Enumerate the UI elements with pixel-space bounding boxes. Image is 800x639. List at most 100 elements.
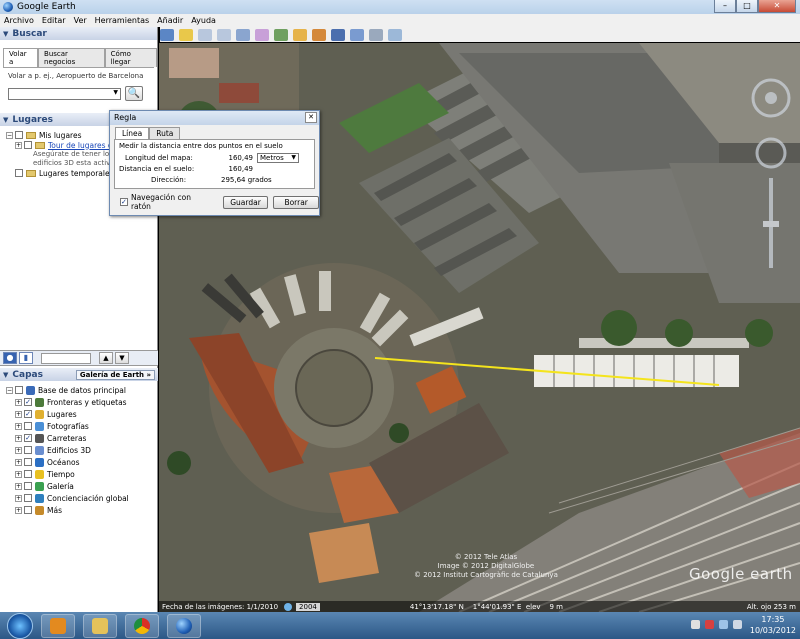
- alert-icon[interactable]: [705, 620, 714, 629]
- search-section-header[interactable]: ▼ Buscar: [0, 27, 157, 40]
- menu-editar[interactable]: Editar: [38, 16, 70, 25]
- start-button[interactable]: [7, 612, 33, 639]
- expand-icon[interactable]: +: [15, 470, 22, 478]
- list-item[interactable]: + Galería: [6, 480, 158, 492]
- checkbox[interactable]: [24, 141, 32, 149]
- taskbar-explorer[interactable]: [83, 613, 117, 638]
- collapse-triangle-icon[interactable]: ▼: [3, 30, 8, 38]
- taskbar-google-earth[interactable]: [167, 613, 201, 638]
- list-item[interactable]: + Fotografías: [6, 420, 158, 432]
- folder-icon: [92, 617, 108, 634]
- placemark-icon[interactable]: [179, 28, 193, 41]
- menu-herramientas[interactable]: Herramientas: [91, 16, 154, 25]
- print-icon[interactable]: [369, 28, 383, 41]
- search-input[interactable]: ▼: [8, 87, 121, 100]
- collapse-triangle-icon[interactable]: ▼: [3, 371, 8, 379]
- list-item[interactable]: + ✓ Lugares: [6, 408, 158, 420]
- imagery-year-badge[interactable]: 2004: [296, 602, 320, 611]
- polygon-icon[interactable]: [198, 28, 212, 41]
- expand-icon[interactable]: +: [15, 141, 22, 149]
- tab-volar-a[interactable]: Volar a: [3, 48, 39, 67]
- list-item[interactable]: − Base de datos principal: [6, 384, 158, 396]
- layer-checkbox[interactable]: [24, 422, 32, 430]
- layer-checkbox[interactable]: ✓: [24, 398, 32, 406]
- historical-imagery-icon[interactable]: [274, 28, 288, 41]
- layer-checkbox[interactable]: ✓: [24, 410, 32, 418]
- tab-ruta[interactable]: Ruta: [149, 127, 181, 139]
- layer-checkbox[interactable]: [24, 494, 32, 502]
- layer-checkbox[interactable]: [24, 470, 32, 478]
- save-button[interactable]: Guardar: [222, 195, 269, 209]
- expand-icon[interactable]: +: [15, 446, 22, 454]
- dropdown-arrow-icon[interactable]: ▼: [291, 154, 296, 162]
- ruler-close-button[interactable]: ✕: [305, 112, 317, 123]
- expand-icon[interactable]: +: [15, 422, 22, 430]
- close-button[interactable]: ✕: [758, 0, 796, 13]
- list-item[interactable]: + Tiempo: [6, 468, 158, 480]
- expand-icon[interactable]: +: [15, 410, 22, 418]
- move-up-icon[interactable]: ▲: [99, 352, 113, 364]
- expand-icon[interactable]: +: [15, 398, 22, 406]
- list-item[interactable]: + ✓ Fronteras y etiquetas: [6, 396, 158, 408]
- search-button[interactable]: 🔍: [125, 86, 143, 101]
- checkbox[interactable]: [15, 131, 23, 139]
- layer-checkbox[interactable]: [24, 458, 32, 466]
- window-controls: – □ ✕: [714, 0, 796, 13]
- sidebar-toggle-icon[interactable]: [160, 28, 174, 41]
- move-down-icon[interactable]: ▼: [115, 352, 129, 364]
- expand-icon[interactable]: −: [6, 386, 13, 394]
- path-icon[interactable]: [217, 28, 231, 41]
- historical-clock-icon[interactable]: [284, 602, 293, 611]
- sunlight-icon[interactable]: [293, 28, 307, 41]
- menu-anadir[interactable]: Añadir: [153, 16, 187, 25]
- minimize-button[interactable]: –: [714, 0, 736, 13]
- email-icon[interactable]: [350, 28, 364, 41]
- tab-linea[interactable]: Línea: [115, 127, 150, 139]
- ruler-icon[interactable]: [331, 28, 345, 41]
- tab-como-llegar[interactable]: Cómo llegar: [104, 48, 157, 67]
- layer-checkbox[interactable]: [15, 386, 23, 394]
- volume-icon[interactable]: [733, 620, 742, 629]
- expand-icon[interactable]: +: [15, 494, 22, 502]
- planets-icon[interactable]: [312, 28, 326, 41]
- view-in-maps-icon[interactable]: [388, 28, 402, 41]
- expand-icon[interactable]: +: [15, 482, 22, 490]
- taskbar-chrome[interactable]: [125, 613, 159, 638]
- layer-checkbox[interactable]: ✓: [24, 434, 32, 442]
- expand-icon[interactable]: +: [15, 458, 22, 466]
- collapse-triangle-icon[interactable]: ▼: [3, 116, 8, 124]
- earth-gallery-button[interactable]: Galería de Earth »: [75, 369, 155, 380]
- layers-section-header[interactable]: ▼ Capas Galería de Earth »: [0, 368, 158, 381]
- layer-checkbox[interactable]: [24, 506, 32, 514]
- system-clock[interactable]: 17:35 10/03/2012: [750, 614, 796, 636]
- expand-icon[interactable]: −: [6, 131, 13, 139]
- record-tour-icon[interactable]: [255, 28, 269, 41]
- list-item[interactable]: + Edificios 3D: [6, 444, 158, 456]
- image-overlay-icon[interactable]: [236, 28, 250, 41]
- taskbar-media-player[interactable]: [41, 613, 75, 638]
- expand-icon[interactable]: +: [15, 506, 22, 514]
- maximize-button[interactable]: □: [736, 0, 758, 13]
- language-icon[interactable]: [691, 620, 700, 629]
- menu-ver[interactable]: Ver: [70, 16, 91, 25]
- list-item[interactable]: + ✓ Carreteras: [6, 432, 158, 444]
- layer-checkbox[interactable]: [24, 482, 32, 490]
- dropdown-arrow-icon[interactable]: ▼: [113, 89, 118, 96]
- network-icon[interactable]: [719, 620, 728, 629]
- menu-archivo[interactable]: Archivo: [0, 16, 38, 25]
- map-toolbar: [160, 27, 800, 42]
- expand-icon[interactable]: +: [15, 434, 22, 442]
- layer-checkbox[interactable]: [24, 446, 32, 454]
- checkbox[interactable]: [15, 169, 23, 177]
- menu-ayuda[interactable]: Ayuda: [187, 16, 220, 25]
- panel-toggle-icon[interactable]: ▮: [19, 352, 33, 364]
- tab-buscar-negocios[interactable]: Buscar negocios: [38, 48, 105, 67]
- clear-button[interactable]: Borrar: [273, 195, 319, 209]
- list-item[interactable]: + Más: [6, 504, 158, 516]
- unit-select[interactable]: Metros ▼: [257, 152, 299, 163]
- list-item[interactable]: + Concienciación global: [6, 492, 158, 504]
- search-places-icon[interactable]: ●: [3, 352, 17, 364]
- mouse-navigation-checkbox[interactable]: ✓: [120, 198, 128, 206]
- list-item[interactable]: + Océanos: [6, 456, 158, 468]
- places-filter-input[interactable]: [41, 352, 91, 364]
